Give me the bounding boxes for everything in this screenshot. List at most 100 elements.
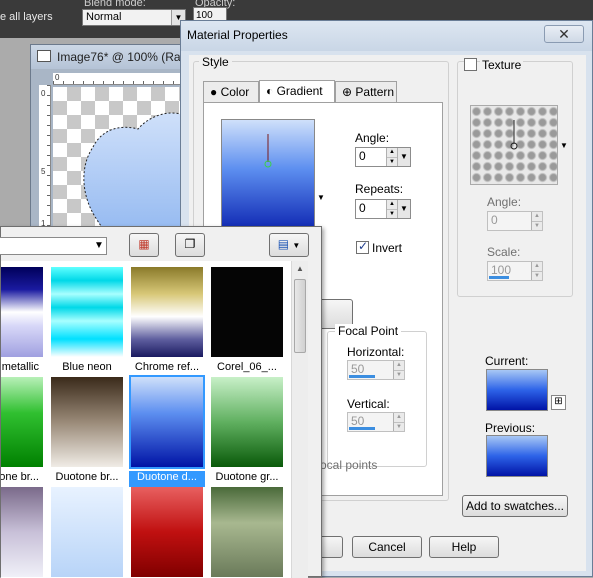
preset-thumbnail[interactable] [131, 487, 203, 577]
tab-pattern[interactable]: ⊕ Pattern [335, 81, 397, 103]
texture-preview[interactable] [470, 105, 558, 185]
blend-mode-value: Normal [86, 11, 122, 23]
preset-swatch [211, 487, 283, 577]
texture-dropdown-icon[interactable]: ▼ [560, 141, 568, 150]
texture-angle-label: Angle: [487, 195, 522, 209]
preset-thumbnail[interactable]: Duotone br... [51, 377, 123, 483]
ruler-h-mark: 0 [55, 73, 60, 82]
view-options-button[interactable]: ▤ ▼ [269, 233, 309, 257]
vertical-slider-bar [349, 427, 375, 430]
focal-point-label: Focal Point [335, 324, 402, 338]
horizontal-value: 50 [351, 362, 365, 376]
preset-swatch [129, 375, 205, 469]
preset-name: one br... [1, 471, 39, 483]
image-document-window[interactable]: Image76* @ 100% (Ras 0 0 5 1 0 [30, 44, 203, 245]
repeats-label: Repeats: [355, 182, 404, 196]
tab-label: Gradient [276, 84, 323, 98]
horizontal-spin-buttons[interactable]: ▲ ▼ [393, 361, 404, 379]
cancel-button[interactable]: Cancel [352, 536, 422, 558]
preset-name: metallic [1, 361, 39, 373]
add-to-swatches-button[interactable]: Add to swatches... [462, 495, 568, 517]
gradient-preview[interactable] [221, 119, 315, 243]
repeats-value: 0 [359, 201, 366, 215]
texture-scale-slider-bar [489, 276, 509, 279]
current-label: Current: [485, 354, 529, 368]
dot-icon: ● [210, 85, 218, 99]
preset-thumbnail[interactable] [1, 487, 43, 577]
preset-resources-button[interactable]: ▦ [129, 233, 159, 257]
texture-direction-icon [510, 120, 518, 150]
horizontal-stepper[interactable]: 50 ▲ ▼ [347, 360, 405, 380]
chevron-down-icon[interactable]: ▼ [92, 238, 106, 253]
copy-icon: ❐ [184, 237, 196, 251]
texture-scale-stepper[interactable]: 100 ▲ ▼ [487, 261, 543, 281]
gradient-preset-popup: ▼ ▦ ❐ ▤ ▼ metallic Blue neon Chrome ref.… [0, 226, 322, 578]
focal-points-label: ocal points [320, 458, 378, 472]
texture-angle-spin-buttons[interactable]: ▲ ▼ [531, 212, 542, 230]
close-button[interactable]: ✕ [544, 25, 584, 43]
help-button[interactable]: Help [429, 536, 499, 558]
dialog-title: Material Properties [187, 28, 288, 42]
previous-material-swatch[interactable] [486, 435, 548, 477]
vertical-spin-buttons[interactable]: ▲ ▼ [393, 413, 404, 431]
tab-color[interactable]: ● Color [203, 81, 259, 103]
gradient-dropdown-icon[interactable]: ▼ [317, 193, 325, 202]
vertical-stepper[interactable]: 50 ▲ ▼ [347, 412, 405, 432]
chevron-down-icon[interactable]: ▼ [397, 200, 410, 218]
layers-option-label[interactable]: e all layers [0, 11, 53, 23]
texture-checkbox[interactable] [464, 58, 477, 71]
preset-swatch [131, 487, 203, 577]
texture-scale-spin-buttons[interactable]: ▲ ▼ [531, 262, 542, 280]
ruler-v-mark: 5 [41, 167, 46, 176]
pattern-icon: ⊕ [342, 85, 353, 99]
preset-category-select[interactable]: ▼ [0, 237, 107, 255]
repeats-stepper[interactable]: 0 ▲ ▼ ▼ [355, 199, 411, 219]
document-title-bar[interactable]: Image76* @ 100% (Ras [31, 45, 199, 69]
blend-mode-select[interactable]: Normal ▼ [82, 9, 186, 26]
invert-label: Invert [372, 241, 403, 255]
angle-stepper[interactable]: 0 ▲ ▼ ▼ [355, 147, 411, 167]
texture-scale-label: Scale: [487, 245, 521, 259]
preset-thumbnail[interactable] [211, 487, 283, 577]
preset-thumbnail[interactable]: Chrome ref... [131, 267, 203, 373]
preset-swatch [131, 267, 203, 357]
tab-gradient[interactable]: ◐ Gradient [259, 80, 335, 103]
preset-grid: metallic Blue neon Chrome ref... Corel_0… [1, 261, 291, 578]
preset-thumbnail-selected[interactable]: Duotone d... [129, 375, 205, 487]
preset-name: Duotone d... [129, 471, 205, 487]
copy-preset-button[interactable]: ❐ [175, 233, 205, 257]
gradient-direction-icon [264, 134, 272, 168]
preset-name: Chrome ref... [134, 361, 200, 373]
vertical-label: Vertical: [347, 397, 390, 411]
image-icon [37, 50, 51, 62]
horizontal-label: Horizontal: [347, 345, 405, 359]
horizontal-slider-bar [349, 375, 375, 378]
preset-thumbnail[interactable]: metallic [1, 267, 43, 373]
preset-thumbnail[interactable]: one br... [1, 377, 43, 483]
dialog-title-bar[interactable]: Material Properties [181, 21, 592, 51]
ruler-v-mark: 0 [41, 89, 46, 98]
style-label: Style [199, 55, 232, 69]
invert-checkbox[interactable] [356, 239, 369, 254]
angle-spin-buttons[interactable]: ▲ ▼ [386, 148, 397, 166]
texture-scale-value: 100 [491, 263, 512, 277]
texture-angle-stepper[interactable]: 0 ▲ ▼ [487, 211, 543, 231]
texture-angle-value: 0 [491, 213, 498, 227]
preset-name: Duotone gr... [215, 471, 279, 483]
preset-thumbnail[interactable]: Corel_06_... [211, 267, 283, 373]
preset-thumbnail[interactable] [51, 487, 123, 577]
preset-thumbnail[interactable]: Blue neon [51, 267, 123, 373]
scrollbar-thumb[interactable] [294, 279, 306, 353]
preset-scrollbar[interactable]: ▲ [291, 261, 308, 578]
vertical-value: 50 [351, 414, 365, 428]
scroll-up-icon[interactable]: ▲ [292, 261, 308, 277]
preset-swatch [1, 487, 43, 577]
chevron-down-icon: ▼ [292, 241, 301, 250]
swap-icon[interactable]: ⊞ [551, 395, 566, 410]
repeats-spin-buttons[interactable]: ▲ ▼ [386, 200, 397, 218]
close-icon: ✕ [558, 26, 570, 42]
previous-label: Previous: [485, 421, 536, 435]
preset-thumbnail[interactable]: Duotone gr... [211, 377, 283, 483]
chevron-down-icon[interactable]: ▼ [397, 148, 410, 166]
current-material-swatch[interactable] [486, 369, 548, 411]
